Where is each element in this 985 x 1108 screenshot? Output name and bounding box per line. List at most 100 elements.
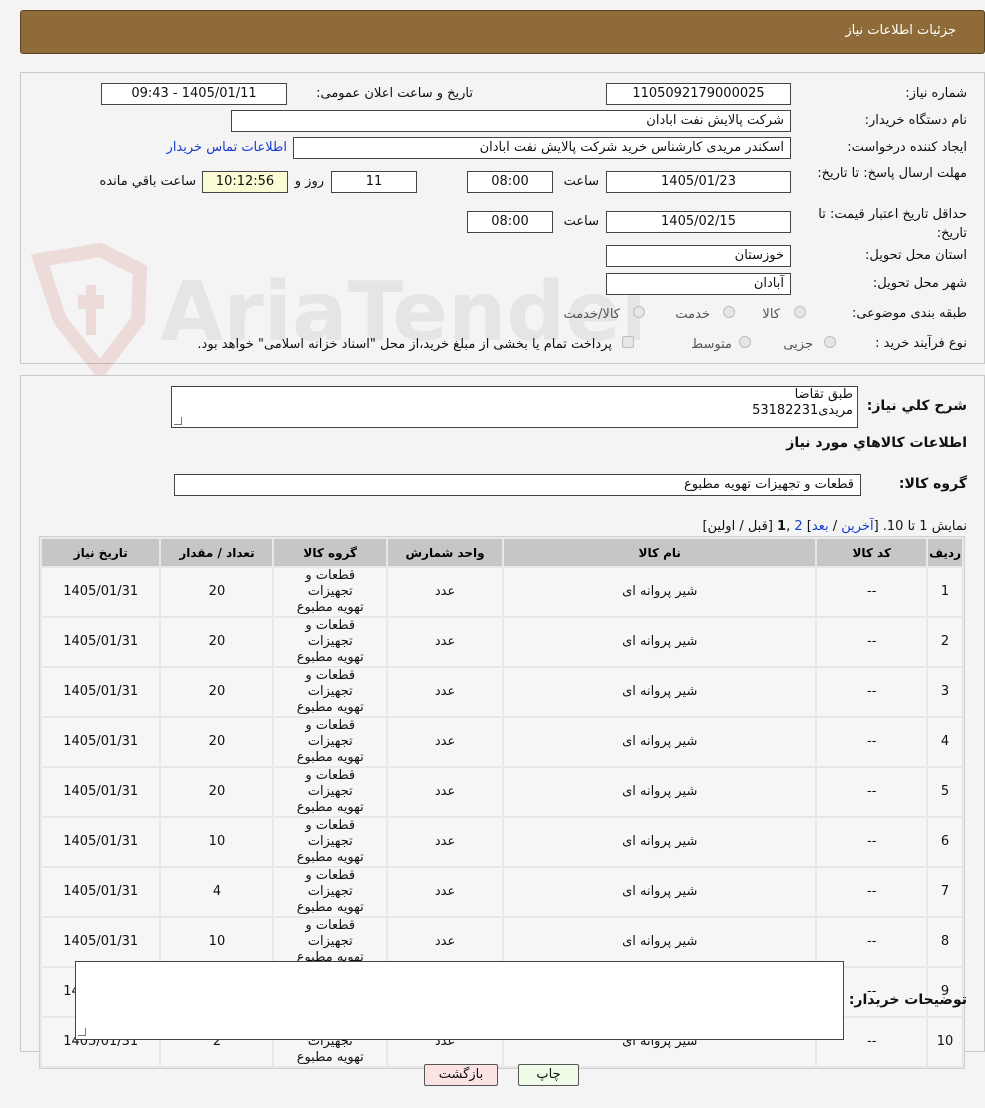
process-label: نوع فرآیند خرید : xyxy=(875,336,967,351)
process-radio-medium[interactable] xyxy=(739,336,751,348)
pagination-last[interactable]: آخرین xyxy=(841,519,873,534)
table-row: 6 -- شیر پروانه ای عدد قطعات و تجهیزات تهویه… xyxy=(42,818,962,866)
reply-date-field: 1405/01/23 xyxy=(606,171,791,193)
process-option-minor: جزیی xyxy=(783,337,813,352)
quantity-cell: 20 xyxy=(161,568,273,616)
need-date-cell: 1405/01/31 xyxy=(42,818,160,866)
need-date-cell: 1405/01/31 xyxy=(42,918,160,966)
description-line-2: مریدی53182231 xyxy=(752,403,853,418)
category-radio-service[interactable] xyxy=(723,306,735,318)
item-name-cell: شیر پروانه ای xyxy=(504,868,816,916)
process-radio-minor[interactable] xyxy=(824,336,836,348)
remaining-label: ساعت باقي مانده xyxy=(99,174,196,189)
group-cell: قطعات و تجهیزات تهویه مطبوع xyxy=(274,818,387,866)
table-header-row: ردیف کد کالا نام کالا واحد شمارش گروه کا… xyxy=(42,539,962,566)
announce-field: 1405/01/11 - 09:43 xyxy=(101,83,287,105)
print-button[interactable]: چاپ xyxy=(518,1064,579,1086)
unit-cell: عدد xyxy=(388,918,503,966)
item-code-cell: -- xyxy=(817,718,927,766)
creator-label: ایجاد کننده درخواست: xyxy=(847,140,967,155)
buyer-notes-textarea[interactable] xyxy=(75,961,844,1040)
days-label: روز و xyxy=(294,174,324,189)
province-field: خوزستان xyxy=(606,245,791,267)
creator-field: اسکندر مریدی کارشناس خرید شرکت پالایش نف… xyxy=(293,137,791,159)
days-field: 11 xyxy=(331,171,417,193)
page-header: جزئیات اطلاعات نیاز xyxy=(20,10,985,54)
group-cell: قطعات و تجهیزات تهویه مطبوع xyxy=(274,668,387,716)
row-number-cell: 5 xyxy=(928,768,962,816)
row-number-cell: 3 xyxy=(928,668,962,716)
group-cell: قطعات و تجهیزات تهویه مطبوع xyxy=(274,868,387,916)
table-row: 2 -- شیر پروانه ای عدد قطعات و تجهیزات تهویه… xyxy=(42,618,962,666)
group-cell: قطعات و تجهیزات تهویه مطبوع xyxy=(274,768,387,816)
table-row: 3 -- شیر پروانه ای عدد قطعات و تجهیزات تهویه… xyxy=(42,668,962,716)
back-button[interactable]: بازگشت xyxy=(424,1064,498,1086)
need-date-cell: 1405/01/31 xyxy=(42,868,160,916)
pagination-prefix: نمایش 1 تا 10. [ xyxy=(873,519,967,534)
group-cell: قطعات و تجهیزات تهویه مطبوع xyxy=(274,718,387,766)
quantity-cell: 10 xyxy=(161,818,273,866)
validity-date-field: 1405/02/15 xyxy=(606,211,791,233)
resize-handle-icon[interactable] xyxy=(174,417,182,425)
reply-time-field: 08:00 xyxy=(467,171,553,193)
group-cell: قطعات و تجهیزات تهویه مطبوع xyxy=(274,918,387,966)
need-number-field: 1105092179000025 xyxy=(606,83,791,105)
process-option-medium: متوسط xyxy=(691,337,732,352)
item-name-cell: شیر پروانه ای xyxy=(504,668,816,716)
pagination-page-1: 1 xyxy=(777,519,787,534)
row-number-cell: 8 xyxy=(928,918,962,966)
category-label: طبقه بندی موضوعی: xyxy=(851,306,967,321)
quantity-cell: 20 xyxy=(161,668,273,716)
table-row: 4 -- شیر پروانه ای عدد قطعات و تجهیزات تهویه… xyxy=(42,718,962,766)
province-label: استان محل تحویل: xyxy=(865,248,967,263)
treasury-checkbox[interactable] xyxy=(622,336,634,348)
unit-cell: عدد xyxy=(388,618,503,666)
validity-time-label: ساعت xyxy=(563,214,599,229)
unit-cell: عدد xyxy=(388,568,503,616)
item-name-cell: شیر پروانه ای xyxy=(504,568,816,616)
item-code-cell: -- xyxy=(817,618,927,666)
item-name-cell: شیر پروانه ای xyxy=(504,718,816,766)
resize-handle-icon[interactable] xyxy=(78,1028,86,1036)
table-row: 8 -- شیر پروانه ای عدد قطعات و تجهیزات تهویه… xyxy=(42,918,962,966)
row-number-cell: 10 xyxy=(928,1018,962,1066)
col-header-quantity: تعداد / مقدار xyxy=(161,539,273,566)
group-cell: قطعات و تجهیزات تهویه مطبوع xyxy=(274,618,387,666)
pagination-suffix: [قبل / اولین] xyxy=(702,519,778,534)
pagination-next[interactable]: بعد xyxy=(812,519,829,534)
page-title: جزئیات اطلاعات نیاز xyxy=(845,23,956,38)
row-number-cell: 2 xyxy=(928,618,962,666)
pagination-page-2[interactable]: 2 xyxy=(794,519,802,534)
pagination-sep: / xyxy=(828,519,842,534)
remaining-time-field: 10:12:56 xyxy=(202,171,288,193)
unit-cell: عدد xyxy=(388,868,503,916)
description-textarea[interactable]: طبق تقاضا مریدی53182231 xyxy=(171,386,858,428)
validity-time-field: 08:00 xyxy=(467,211,553,233)
unit-cell: عدد xyxy=(388,718,503,766)
row-number-cell: 6 xyxy=(928,818,962,866)
goods-section-title: اطلاعات کالاهاي مورد نياز xyxy=(786,435,967,451)
quantity-cell: 20 xyxy=(161,718,273,766)
goods-group-label: گروه کالا: xyxy=(898,476,967,492)
category-option-both: کالا/خدمت xyxy=(563,307,620,322)
buyer-notes-label: توضیحات خریدار: xyxy=(848,992,967,1008)
buyer-org-label: نام دستگاه خریدار: xyxy=(864,113,967,128)
category-radio-goods[interactable] xyxy=(794,306,806,318)
item-code-cell: -- xyxy=(817,668,927,716)
reply-time-label: ساعت xyxy=(563,174,599,189)
category-radio-both[interactable] xyxy=(633,306,645,318)
item-code-cell: -- xyxy=(817,918,927,966)
buyer-contact-link[interactable]: اطلاعات تماس خریدار xyxy=(167,140,287,155)
quantity-cell: 20 xyxy=(161,618,273,666)
unit-cell: عدد xyxy=(388,668,503,716)
need-number-label: شماره نیاز: xyxy=(905,86,967,101)
payment-note: پرداخت تمام یا بخشی از مبلغ خرید،از محل … xyxy=(197,337,612,352)
row-number-cell: 1 xyxy=(928,568,962,616)
col-header-item-code: کد کالا xyxy=(817,539,927,566)
quantity-cell: 4 xyxy=(161,868,273,916)
row-number-cell: 7 xyxy=(928,868,962,916)
table-row: 7 -- شیر پروانه ای عدد قطعات و تجهیزات تهویه… xyxy=(42,868,962,916)
pagination-sep-2: ] xyxy=(802,519,812,534)
need-date-cell: 1405/01/31 xyxy=(42,618,160,666)
col-header-need-date: تاریخ نیاز xyxy=(42,539,160,566)
